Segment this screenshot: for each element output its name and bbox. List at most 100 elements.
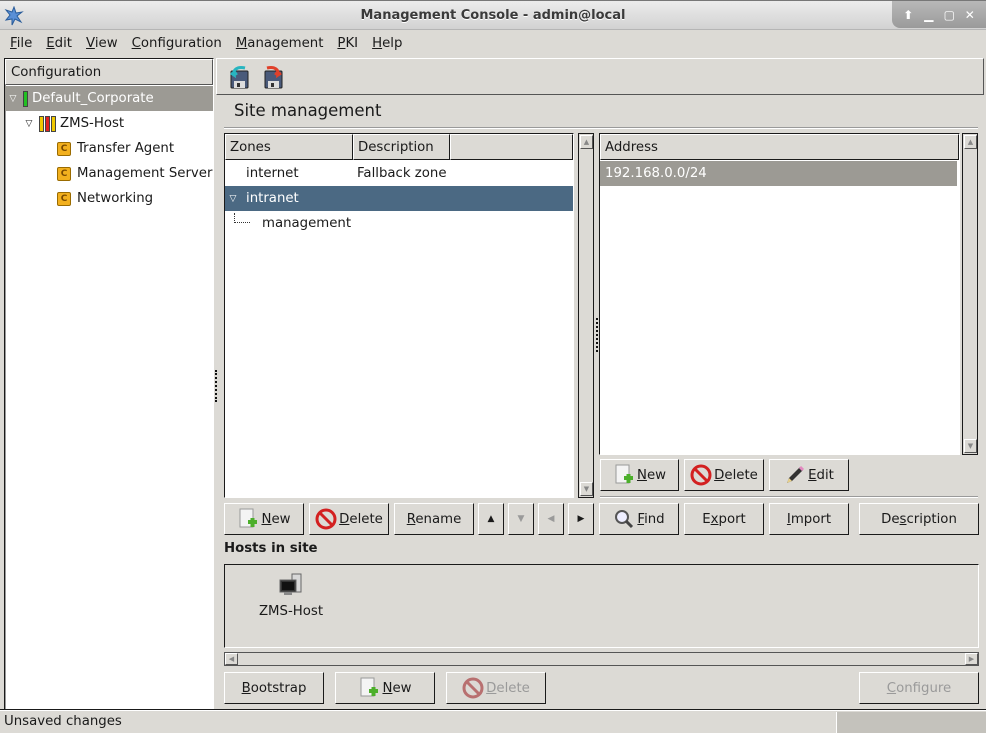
magnifier-icon — [615, 510, 634, 529]
hosts-label: Hosts in site — [224, 541, 318, 556]
component-icon: C — [57, 191, 71, 206]
status-bar-icon — [45, 115, 50, 132]
address-scrollbar[interactable]: ▲ ▼ — [962, 133, 978, 455]
menu-file[interactable]: File — [10, 36, 32, 51]
new-document-icon — [615, 464, 633, 484]
status-bar: Unsaved changes — [4, 714, 122, 729]
host-delete-button[interactable]: Delete — [446, 672, 546, 704]
column-header-zones[interactable]: Zones — [225, 134, 353, 160]
new-document-icon — [360, 677, 379, 697]
zone-row[interactable]: internet Fallback zone — [225, 161, 573, 186]
status-bar-icon — [39, 115, 44, 132]
configure-button[interactable]: Configure — [859, 672, 979, 704]
tree-item-label: Management Server — [77, 166, 213, 181]
menu-configuration[interactable]: Configuration — [132, 36, 222, 51]
column-header-address[interactable]: Address — [600, 134, 959, 160]
window-controls: ⬆ ▁ ▢ ✕ — [892, 1, 986, 28]
tree-item-label: ZMS-Host — [60, 116, 125, 131]
hosts-horizontal-scrollbar[interactable]: ◀ ▶ — [224, 652, 979, 666]
scroll-down-button[interactable]: ▼ — [580, 482, 593, 496]
commit-save-icon[interactable] — [227, 65, 251, 89]
menu-view[interactable]: View — [86, 36, 118, 51]
zone-description-button[interactable]: Description — [859, 503, 979, 535]
separator — [600, 496, 978, 498]
toolbar — [216, 58, 984, 95]
host-new-button[interactable]: New — [335, 672, 435, 704]
status-bar-icon — [23, 90, 28, 107]
address-edit-button[interactable]: Edit — [769, 459, 849, 491]
scroll-down-button[interactable]: ▼ — [964, 439, 977, 453]
zone-rename-button[interactable]: Rename — [394, 503, 474, 535]
expander-icon[interactable]: ▽ — [227, 194, 239, 204]
maximize-button[interactable]: ▢ — [941, 8, 957, 22]
revert-save-icon[interactable] — [261, 65, 285, 89]
menu-edit[interactable]: Edit — [46, 36, 72, 51]
tree-item-transfer-agent[interactable]: C Transfer Agent — [5, 136, 213, 161]
zone-import-button[interactable]: Import — [769, 503, 849, 535]
move-up-button[interactable]: ▲ — [478, 503, 504, 535]
hosts-icon-view[interactable]: ZMS-Host — [224, 564, 979, 648]
scroll-right-button[interactable]: ▶ — [965, 653, 978, 665]
component-icon: C — [57, 166, 71, 181]
title-bar: Management Console - admin@local ⬆ ▁ ▢ ✕ — [0, 0, 986, 30]
configuration-tree[interactable]: Configuration ▽ Default_Corporate ▽ ZMS-… — [4, 58, 214, 710]
delete-icon — [462, 677, 484, 699]
section-title: Site management — [234, 101, 382, 120]
move-right-button[interactable]: ▶ — [568, 503, 594, 535]
tree-header[interactable]: Configuration — [5, 59, 213, 85]
close-button[interactable]: ✕ — [962, 8, 978, 22]
component-icon: C — [57, 141, 71, 156]
host-name: ZMS-Host — [258, 604, 324, 619]
zone-new-button[interactable]: New — [224, 503, 304, 535]
tree-item-label: Networking — [77, 191, 154, 206]
zone-description: Fallback zone — [357, 166, 447, 181]
zone-name: management — [262, 216, 352, 231]
move-down-button[interactable]: ▼ — [508, 503, 534, 535]
address-new-button[interactable]: New — [600, 459, 679, 491]
zone-export-button[interactable]: Export — [684, 503, 764, 535]
expander-icon[interactable]: ▽ — [23, 119, 35, 129]
tree-item-zms-host[interactable]: ▽ ZMS-Host — [5, 111, 213, 136]
zones-tree-table[interactable]: Zones Description internet Fallback zone… — [224, 133, 574, 498]
menu-bar: File Edit View Configuration Management … — [4, 30, 986, 56]
zone-delete-button[interactable]: Delete — [309, 503, 389, 535]
separator — [224, 127, 978, 129]
bootstrap-button[interactable]: Bootstrap — [224, 672, 324, 704]
zone-name: intranet — [246, 191, 299, 206]
zone-find-button[interactable]: Find — [599, 503, 679, 535]
column-header-description[interactable]: Description — [353, 134, 450, 160]
address-delete-button[interactable]: Delete — [684, 459, 764, 491]
expander-icon[interactable]: ▽ — [7, 94, 19, 104]
status-bar-icon — [51, 115, 56, 132]
window-title: Management Console - admin@local — [360, 8, 626, 23]
shade-button[interactable]: ⬆ — [900, 8, 916, 22]
scroll-left-button[interactable]: ◀ — [225, 653, 238, 665]
menu-pki[interactable]: PKI — [337, 36, 358, 51]
host-item[interactable]: ZMS-Host — [245, 573, 337, 619]
column-header-blank[interactable] — [450, 134, 573, 160]
menu-help[interactable]: Help — [372, 36, 402, 51]
pencil-icon — [787, 465, 805, 483]
tree-item-default-corporate[interactable]: ▽ Default_Corporate — [5, 86, 213, 111]
zone-row[interactable]: ▽ intranet — [225, 186, 573, 211]
computer-icon — [279, 573, 302, 595]
scroll-up-button[interactable]: ▲ — [964, 135, 977, 149]
zone-name: internet — [246, 166, 299, 181]
minimize-button[interactable]: ▁ — [921, 8, 937, 22]
pane-splitter-handle[interactable] — [215, 370, 217, 402]
move-left-button[interactable]: ◀ — [538, 503, 564, 535]
zones-scrollbar[interactable]: ▲ ▼ — [578, 133, 594, 498]
address-value: 192.168.0.0/24 — [605, 166, 707, 181]
scroll-up-button[interactable]: ▲ — [580, 135, 593, 149]
zone-row[interactable]: management — [225, 211, 573, 236]
separator — [0, 709, 986, 711]
status-bar-secondary — [836, 712, 986, 733]
pane-splitter-handle[interactable] — [596, 318, 598, 352]
menu-management[interactable]: Management — [236, 36, 324, 51]
tree-item-management-server[interactable]: C Management Server — [5, 161, 213, 186]
tree-item-networking[interactable]: C Networking — [5, 186, 213, 211]
new-document-icon — [239, 508, 258, 528]
address-table[interactable]: Address 192.168.0.0/24 — [599, 133, 960, 455]
address-row[interactable]: 192.168.0.0/24 — [600, 161, 957, 186]
delete-icon — [315, 508, 337, 530]
